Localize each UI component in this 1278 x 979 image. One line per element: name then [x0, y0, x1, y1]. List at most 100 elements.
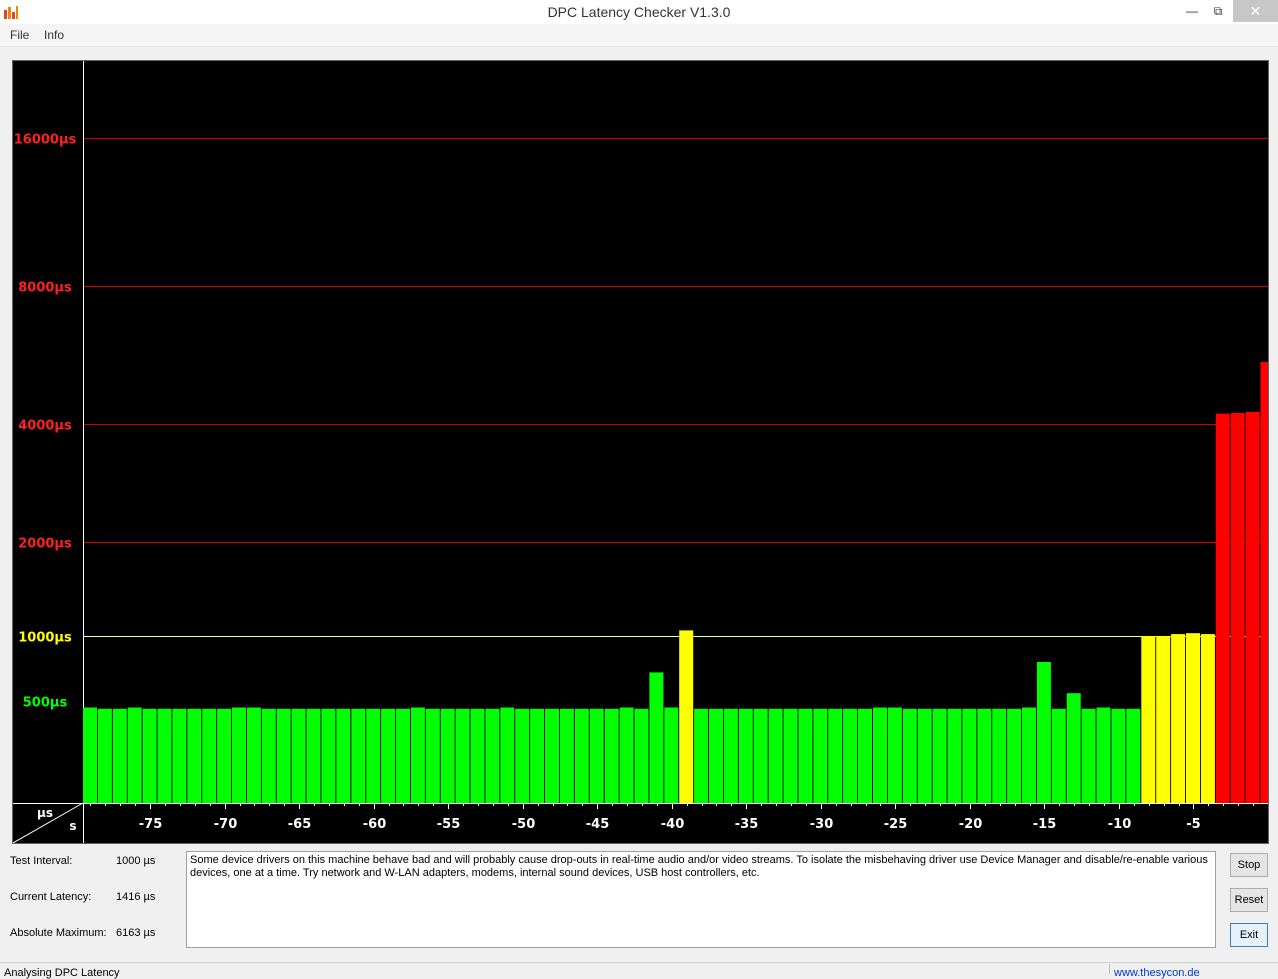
- latency-bar: [500, 707, 515, 803]
- latency-bar: [172, 708, 187, 803]
- latency-bar: [679, 630, 694, 803]
- x-tick-label: -45: [586, 817, 610, 832]
- current-latency-label: Current Latency:: [10, 891, 92, 903]
- latency-bar: [1245, 411, 1260, 803]
- latency-bar: [1066, 693, 1081, 803]
- restore-button[interactable]: ⧉: [1206, 0, 1230, 22]
- x-tick-label: -15: [1033, 817, 1057, 832]
- x-tick-label: -50: [512, 817, 536, 832]
- close-button[interactable]: ✕: [1233, 0, 1278, 22]
- latency-bar: [977, 708, 992, 803]
- website-link[interactable]: www.thesycon.de: [1114, 967, 1200, 979]
- latency-bar: [455, 708, 470, 803]
- latency-bar: [723, 708, 738, 803]
- latency-bar: [530, 708, 545, 803]
- latency-bar: [1260, 361, 1268, 803]
- latency-bar: [381, 708, 396, 803]
- latency-bar: [694, 708, 709, 803]
- latency-bar: [83, 707, 97, 803]
- status-bar: Analysing DPC Latency www.thesycon.de: [0, 962, 1278, 979]
- x-tick-label: -70: [214, 817, 238, 832]
- latency-bar: [1141, 636, 1156, 803]
- latency-bar: [813, 708, 828, 803]
- x-tick-label: -65: [288, 817, 312, 832]
- x-tick-label: -75: [139, 817, 163, 832]
- latency-bar: [902, 708, 917, 803]
- latency-bar: [753, 708, 768, 803]
- latency-bar: [843, 708, 858, 803]
- latency-bar: [410, 707, 425, 803]
- minimize-button[interactable]: —: [1180, 0, 1204, 22]
- latency-bar: [798, 708, 813, 803]
- latency-bar: [470, 708, 485, 803]
- latency-bar: [425, 708, 440, 803]
- menu-info[interactable]: Info: [44, 28, 64, 42]
- latency-bar: [768, 708, 783, 803]
- latency-bar: [873, 707, 887, 803]
- latency-bar: [157, 708, 172, 803]
- latency-bar: [127, 707, 142, 803]
- latency-bar: [1007, 708, 1022, 803]
- latency-bar: [187, 708, 202, 803]
- latency-bar: [1022, 707, 1036, 803]
- latency-bar: [97, 708, 112, 803]
- message-box: Some device drivers on this machine beha…: [186, 851, 1216, 948]
- x-axis-unit-label: s: [69, 819, 76, 833]
- x-tick-label: -55: [437, 817, 461, 832]
- x-tick-label: -20: [959, 817, 983, 832]
- latency-bar: [649, 672, 664, 803]
- latency-bar: [932, 708, 947, 803]
- latency-bar: [947, 708, 962, 803]
- menu-file[interactable]: File: [10, 28, 29, 42]
- latency-bar: [619, 707, 634, 803]
- y-axis-unit-label: µs: [37, 806, 53, 820]
- latency-bar: [992, 708, 1007, 803]
- stop-button[interactable]: Stop: [1230, 853, 1268, 877]
- y-tick-label: 8000µs: [18, 281, 72, 296]
- latency-bar: [276, 708, 291, 803]
- latency-bar: [917, 708, 932, 803]
- x-tick-label: -30: [810, 817, 834, 832]
- latency-bar: [321, 708, 336, 803]
- latency-bar: [604, 708, 619, 803]
- latency-bar: [1156, 636, 1171, 803]
- x-tick-label: -40: [661, 817, 685, 832]
- latency-bar: [291, 708, 306, 803]
- latency-bar: [366, 708, 381, 803]
- x-tick-label: -35: [735, 817, 759, 832]
- latency-bar: [1200, 634, 1215, 803]
- absolute-maximum-label: Absolute Maximum:: [10, 927, 107, 939]
- latency-bar: [709, 708, 723, 803]
- current-latency-value: 1416 µs: [116, 891, 156, 903]
- y-tick-label: 500µs: [23, 696, 68, 711]
- latency-bar: [485, 708, 500, 803]
- latency-bar: [1126, 708, 1141, 803]
- exit-button[interactable]: Exit: [1230, 923, 1268, 947]
- latency-bar: [828, 708, 843, 803]
- latency-bar: [1215, 413, 1230, 803]
- latency-chart-svg: 16000µs 8000µs 4000µs 2000µs 1000µs 500µs µs s -…: [13, 61, 1268, 843]
- latency-bar: [246, 707, 261, 803]
- absolute-maximum-value: 6163 µs: [116, 927, 156, 939]
- latency-bar: [202, 708, 217, 803]
- latency-bar: [664, 707, 679, 803]
- reset-button[interactable]: Reset: [1230, 888, 1268, 912]
- latency-bar: [306, 708, 321, 803]
- latency-bar: [1096, 707, 1111, 803]
- latency-bar: [396, 708, 410, 803]
- latency-bar: [1230, 413, 1245, 803]
- latency-bar: [574, 708, 589, 803]
- x-tick-label: -10: [1108, 817, 1132, 832]
- y-tick-label: 16000µs: [14, 133, 77, 148]
- status-text: Analysing DPC Latency: [4, 967, 120, 979]
- latency-bar: [1186, 633, 1200, 803]
- latency-chart: 16000µs 8000µs 4000µs 2000µs 1000µs 500µs µs s -…: [12, 60, 1269, 844]
- title-bar: DPC Latency Checker V1.3.0 — ⧉ ✕: [0, 0, 1278, 24]
- latency-bar: [962, 708, 977, 803]
- window-title: DPC Latency Checker V1.3.0: [547, 4, 731, 20]
- latency-bar: [261, 708, 276, 803]
- latency-bar: [1051, 708, 1066, 803]
- latency-bar: [515, 708, 530, 803]
- test-interval-label: Test Interval:: [10, 855, 73, 867]
- latency-bar: [783, 708, 798, 803]
